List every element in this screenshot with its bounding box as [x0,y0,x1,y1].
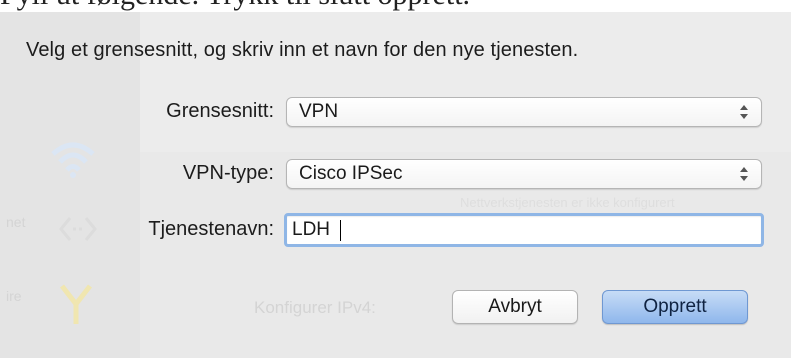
interface-value: VPN [299,101,339,122]
up-down-arrows-icon [740,105,748,119]
vpn-type-label: VPN-type: [182,162,274,184]
vpn-type-popup[interactable]: Cisco IPSec [286,159,762,189]
cancel-button[interactable]: Avbryt [452,290,578,324]
create-button[interactable]: Opprett [602,290,748,324]
up-down-arrows-icon [740,167,748,181]
interface-popup[interactable]: VPN [286,97,762,127]
new-service-sheet: net ire Nettverkstjenesten er ikke konfi… [0,12,791,358]
background-sidebar-item-ethernet: net [6,214,26,230]
wifi-icon [51,142,95,178]
service-name-input[interactable] [292,216,752,244]
background-panel-hint: Nettverkstjenesten er ikke konfigurert [460,195,675,210]
interface-label: Grensesnitt: [166,100,274,122]
vpn-type-value: Cisco IPSec [299,163,403,184]
background-sidebar-item-firewire: ire [6,288,22,304]
background-ipv4-label: Konfigurer IPv4: [254,298,376,317]
dialog-instruction: Velg et grensesnitt, og skriv inn et nav… [26,39,579,61]
document-caption: Fyll ut følgende. Trykk til slutt oppret… [0,0,791,12]
text-caret [340,220,341,241]
firewire-icon [60,284,92,324]
service-name-field[interactable] [284,213,764,247]
service-name-label: Tjenestenavn: [148,218,274,240]
